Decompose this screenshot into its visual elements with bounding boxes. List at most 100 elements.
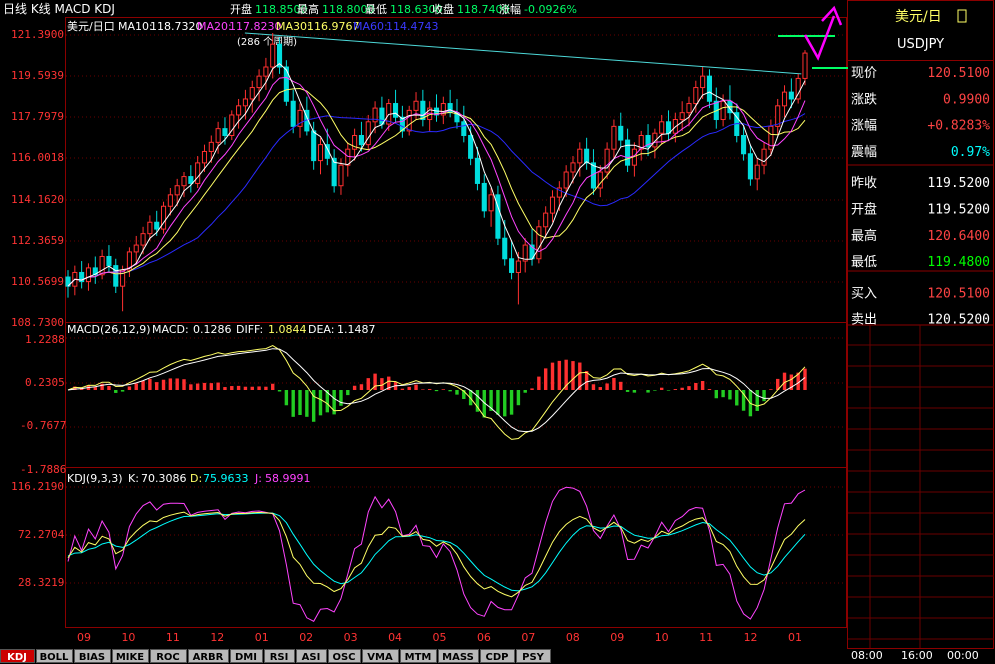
candle-body [468,134,474,159]
candle-body [106,255,112,267]
quote-row-label: 最高 [851,228,877,244]
tab-label: MIKE [116,652,144,663]
y-tick-macd: 1.2288 [25,333,65,346]
macd-label: MACD: [152,323,189,336]
candle [65,270,71,298]
candle [495,185,501,246]
quote-row-value: 119.5200 [927,203,990,218]
candle [781,85,788,118]
candle-body [706,75,713,102]
candle [631,142,637,177]
x-tick-label: 05 [433,631,447,644]
tab-label: BIAS [79,652,105,663]
candle-body [720,100,726,121]
candle [113,258,119,294]
x-tick-label: 04 [388,631,402,644]
diff-label: DIFF: [236,323,263,336]
candle [706,69,713,109]
tab-label: MASS [442,652,474,663]
quote-row-value: 0.9900 [943,92,990,107]
quote-row-label: 涨幅 [851,119,877,134]
quote-change-value: -0.0926% [524,3,577,16]
candle-body [311,130,317,162]
tab-arbr[interactable]: ARBR [188,649,229,664]
candle [488,188,494,227]
candle-body [242,98,248,107]
ma60-label: MA60: [353,20,388,33]
tab-rsi[interactable]: RSI [264,649,295,664]
candle [645,124,651,157]
ma20-label: MA20: [197,20,232,33]
dea-label: DEA: [308,323,334,336]
main-legend: 美元/日口 MA10: 118.7320 MA20: 117.8230 MA30… [67,20,439,33]
candle [536,219,542,264]
tab-mike[interactable]: MIKE [112,649,149,664]
candle [741,126,747,161]
quote-row: 开盘 119.5200 [851,202,990,218]
quote-row-value: 119.5200 [927,176,990,191]
x-axis-labels: 09 10 11 12 01 02 03 04 05 06 07 08 09 10 11 12 01 [77,631,802,644]
candle-body [802,52,808,79]
tab-bias[interactable]: BIAS [74,649,111,664]
y-tick-main: 114.1620 [11,193,64,206]
quote-row-label: 现价 [851,66,877,81]
candle [795,73,801,104]
candle-body [256,75,262,89]
x-tick-label: 01 [255,631,269,644]
tab-cdp[interactable]: CDP [480,649,515,664]
tab-label: RSI [270,652,289,663]
ma10-label: MA10: [118,20,153,33]
y-tick-macd: 0.2305 [25,376,65,389]
x-tick-label: 07 [521,631,535,644]
tab-boll[interactable]: BOLL [36,649,73,664]
tab-mtm[interactable]: MTM [400,649,437,664]
candle-body [577,148,583,164]
candle [92,256,98,284]
tab-psy[interactable]: PSY [516,649,551,664]
k-value: 70.3086 [141,472,187,485]
tab-vma[interactable]: VMA [362,649,399,664]
candle-body [236,105,242,116]
quote-row: 涨幅 +0.8283% [851,119,990,134]
quote-row-value: 120.5100 [927,286,990,301]
candle-body [536,226,542,260]
x-tick-label: 03 [344,631,358,644]
quote-row: 最高 120.6400 [851,228,990,244]
tab-dmi[interactable]: DMI [230,649,263,664]
candle-body [570,162,576,173]
x-tick-label: 09 [77,631,91,644]
candle [775,98,781,136]
candle-body [488,194,494,212]
candle [481,174,487,218]
tab-roc[interactable]: ROC [150,649,187,664]
candle [126,247,132,278]
time-label: 00:00 [947,649,979,662]
tab-kdj[interactable]: KDJ [0,649,35,664]
candle-body [481,182,487,212]
candle-body [420,100,426,121]
quote-row: 涨跌 0.9900 [851,91,990,107]
x-tick-label: 11 [166,631,180,644]
candle-body [154,221,160,230]
y-tick-main: 112.3659 [11,234,64,247]
quote-row: 昨收 119.5200 [851,176,990,191]
candle [590,149,597,195]
tab-osc[interactable]: OSC [328,649,361,664]
x-tick-label: 01 [788,631,802,644]
candle [249,80,255,113]
d-value: 75.9633 [203,472,249,485]
macd-value: 0.1286 [193,323,232,336]
candle [106,245,112,273]
candle-body [549,196,556,214]
tab-label: ROC [156,652,180,663]
candle-body [563,171,569,189]
candle [734,103,740,143]
tab-asi[interactable]: ASI [296,649,327,664]
tab-label: CDP [486,652,509,663]
tab-mass[interactable]: MASS [438,649,479,664]
candle [515,251,521,305]
candle [802,50,808,86]
kline-chart: 日线 K线 MACD KDJ 开盘 118.8500 最高 118.8000 最… [0,0,994,664]
candle-body [201,150,208,164]
y-tick-kdj: 116.2190 [11,480,64,493]
